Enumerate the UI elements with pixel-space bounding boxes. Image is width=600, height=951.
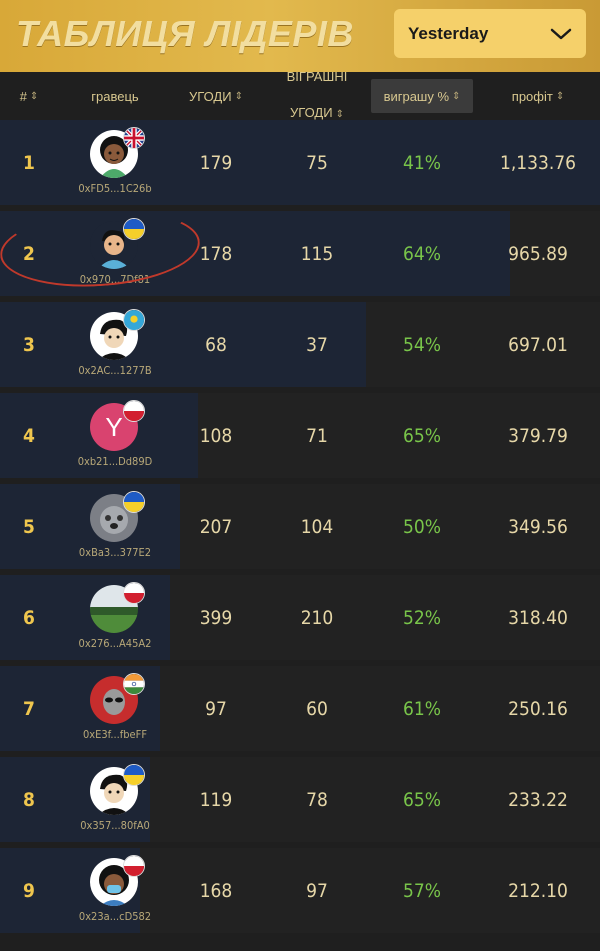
player-address: 0xE3f...fbeFF (82, 728, 148, 741)
wins-value: 78 (306, 788, 328, 811)
profit-value: 697.01 (508, 333, 568, 356)
column-deals-label: УГОДИ (189, 88, 232, 104)
table-header: # ⇕ гравець УГОДИ ⇕ ВІГРАШНІ УГОДИ ⇕ виграш… (0, 69, 600, 120)
deals-value: 399 (199, 606, 233, 629)
poland-flag (123, 855, 145, 877)
wins-value: 97 (306, 879, 328, 902)
rank-number: 2 (23, 242, 35, 265)
rank-number: 7 (23, 697, 35, 720)
rank-number: 3 (23, 333, 35, 356)
profit-value: 212.10 (508, 879, 568, 902)
player-address: 0x357...80fA0 (80, 819, 150, 832)
sort-icon: ⇕ (335, 109, 344, 120)
deals-value: 108 (199, 424, 233, 447)
winrate-value: 65% (403, 424, 441, 447)
table-row[interactable]: 4 Y 0xb21...Dd89D 108 71 65% 379.79 (0, 393, 600, 478)
wins-value: 37 (306, 333, 328, 356)
winrate-value: 41% (403, 151, 441, 174)
player-address: 0xFD5...1C26b (78, 182, 152, 195)
winrate-value: 54% (403, 333, 441, 356)
wins-value: 115 (300, 242, 334, 265)
table-row[interactable]: 1 0xFD5...1C26b 179 75 41% 1,133.76 (0, 120, 600, 205)
column-rank[interactable]: # ⇕ (14, 72, 44, 120)
player-address: 0xBa3...377E2 (78, 546, 152, 559)
profit-value: 233.22 (508, 788, 568, 811)
wins-value: 210 (300, 606, 334, 629)
ukraine-flag (123, 764, 145, 786)
ukraine-flag (123, 491, 145, 513)
column-profit-label: профіт (511, 88, 553, 104)
player-address: 0x2AC...1277B (78, 364, 152, 377)
profit-value: 1,133.76 (499, 151, 577, 174)
winrate-value: 64% (403, 242, 441, 265)
player-address: 0x276...A45A2 (78, 637, 152, 650)
wins-value: 60 (306, 697, 328, 720)
sort-icon: ⇕ (452, 90, 461, 102)
column-deals[interactable]: УГОДИ ⇕ (178, 72, 254, 120)
sort-icon: ⇕ (29, 90, 39, 102)
wins-value: 75 (306, 151, 328, 174)
rank-number: 1 (23, 151, 35, 174)
column-wins-label-1: ВІГРАШНІ (286, 69, 348, 84)
column-winrate[interactable]: виграшу % ⇕ (371, 79, 473, 113)
winrate-value: 65% (403, 788, 441, 811)
column-player: гравець (72, 72, 158, 120)
profit-value: 349.56 (508, 515, 568, 538)
rank-number: 4 (23, 424, 35, 447)
deals-value: 168 (199, 879, 233, 902)
kazakhstan-flag (123, 309, 145, 331)
player-address: 0xb21...Dd89D (77, 455, 153, 468)
winrate-value: 50% (403, 515, 441, 538)
table-row[interactable]: 6 0x276...A45A2 399 210 52% 318.40 (0, 575, 600, 660)
winrate-value: 61% (403, 697, 441, 720)
profit-value: 965.89 (508, 242, 568, 265)
table-row[interactable]: 7 0xE3f...fbeFF 97 60 61% 250.16 (0, 666, 600, 751)
player-address: 0x23a...cD582 (78, 910, 152, 923)
player-address: 0x970...7Df81 (79, 273, 151, 286)
wins-value: 104 (300, 515, 334, 538)
column-wins-label-2: УГОДИ (290, 105, 333, 120)
wins-value: 71 (306, 424, 328, 447)
period-dropdown[interactable]: Yesterday (394, 9, 586, 58)
profit-value: 379.79 (508, 424, 568, 447)
deals-value: 178 (199, 242, 233, 265)
deals-value: 97 (205, 697, 227, 720)
profit-value: 250.16 (508, 697, 568, 720)
avatar-letter: Y (105, 411, 123, 442)
period-value: Yesterday (408, 23, 489, 43)
rank-number: 9 (23, 879, 35, 902)
ukraine-flag (123, 218, 145, 240)
sort-icon: ⇕ (234, 90, 243, 102)
table-row[interactable]: 8 0x357...80fA0 119 78 65% 233.22 (0, 757, 600, 842)
deals-value: 68 (205, 333, 227, 356)
column-player-label: гравець (91, 88, 139, 104)
deals-value: 207 (199, 515, 233, 538)
uk-flag (123, 127, 145, 149)
chevron-down-icon (550, 28, 572, 39)
winrate-value: 52% (403, 606, 441, 629)
column-profit[interactable]: профіт ⇕ (496, 72, 580, 120)
column-rank-label: # (19, 88, 27, 104)
sort-icon: ⇕ (555, 90, 565, 102)
table-row[interactable]: 9 0x23a...cD582 168 97 57% 212.10 (0, 848, 600, 933)
poland-flag (123, 582, 145, 604)
india-flag (123, 673, 145, 695)
winrate-value: 57% (403, 879, 441, 902)
column-winrate-label: виграшу % (383, 88, 450, 104)
page-title: ТАБЛИЦЯ ЛІДЕРІВ (16, 13, 354, 54)
poland-flag (123, 400, 145, 422)
table-row[interactable]: 2 0x970...7Df81 178 115 64% 965.89 (0, 211, 600, 296)
rank-number: 8 (23, 788, 35, 811)
profit-value: 318.40 (508, 606, 568, 629)
rank-number: 5 (23, 515, 35, 538)
deals-value: 179 (199, 151, 233, 174)
rank-number: 6 (23, 606, 35, 629)
table-row[interactable]: 3 0x2AC...1277B 68 37 54% 697.01 (0, 302, 600, 387)
deals-value: 119 (199, 788, 233, 811)
table-row[interactable]: 5 0xBa3...377E2 207 104 50% 349.56 (0, 484, 600, 569)
